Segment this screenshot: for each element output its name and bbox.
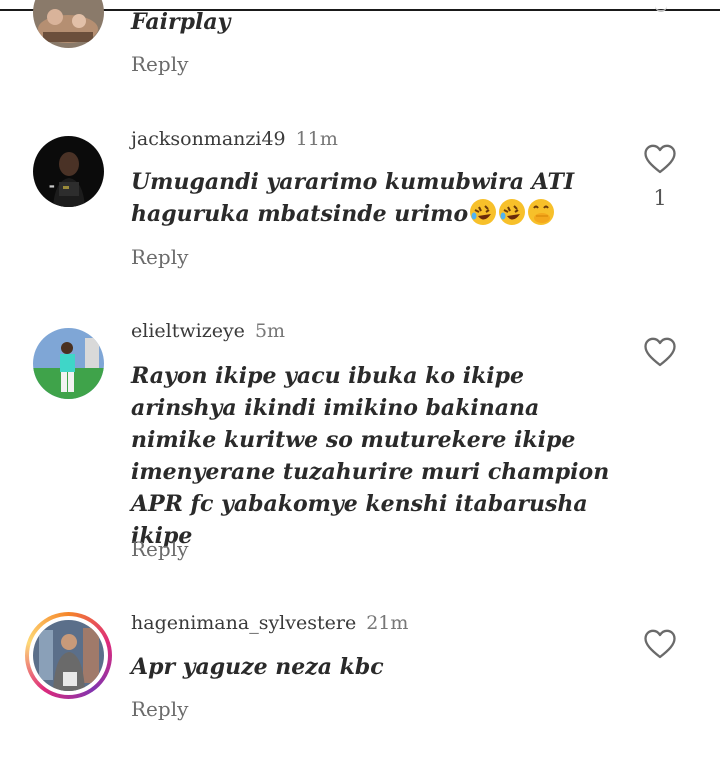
avatar[interactable] — [33, 328, 104, 399]
comment-text: Apr yaguze neza kbc — [131, 654, 384, 680]
comment-meta: hagenimana_sylvestere 21m — [131, 612, 408, 634]
reply-button[interactable]: Reply — [131, 52, 188, 76]
avatar[interactable]: ▬ — [33, 136, 104, 207]
reply-button[interactable]: Reply — [131, 245, 188, 269]
username-link[interactable]: elieltwizeye — [131, 320, 245, 342]
comment-text: Fairplay — [131, 9, 231, 35]
avatar — [33, 620, 104, 691]
heart-icon[interactable] — [643, 336, 677, 368]
comment-text: Rayon ikipe yacu ibuka ko ikipe arinshya… — [131, 363, 610, 549]
heart-icon[interactable] — [643, 143, 677, 175]
face-with-hand-over-mouth-icon — [527, 198, 555, 226]
timestamp: 5m — [254, 320, 286, 342]
comment-meta: jacksonmanzi49 11m — [131, 128, 338, 150]
comment-text-line: haguruka mbatsinde urimo — [131, 201, 469, 227]
timestamp: 21m — [366, 612, 409, 634]
comment-text-line: Umugandi yararimo kumubwira ATI — [131, 169, 575, 195]
username-link[interactable]: jacksonmanzi49 — [131, 128, 286, 150]
scroll-indicator — [655, 0, 667, 12]
like-count: 1 — [653, 186, 667, 210]
story-ring[interactable] — [25, 612, 112, 699]
timestamp: 11m — [295, 128, 338, 150]
comment-text: Umugandi yararimo kumubwira ATI haguruka… — [131, 166, 631, 230]
heart-icon[interactable] — [643, 628, 677, 660]
username-link[interactable]: hagenimana_sylvestere — [131, 612, 356, 634]
reply-button[interactable]: Reply — [131, 537, 188, 561]
rolling-on-floor-laughing-icon — [469, 198, 497, 226]
rolling-on-floor-laughing-icon — [498, 198, 526, 226]
svg-text:▬: ▬ — [49, 183, 55, 190]
comment-meta: elieltwizeye 5m — [131, 320, 285, 342]
reply-button[interactable]: Reply — [131, 697, 188, 721]
avatar[interactable] — [33, 0, 104, 48]
